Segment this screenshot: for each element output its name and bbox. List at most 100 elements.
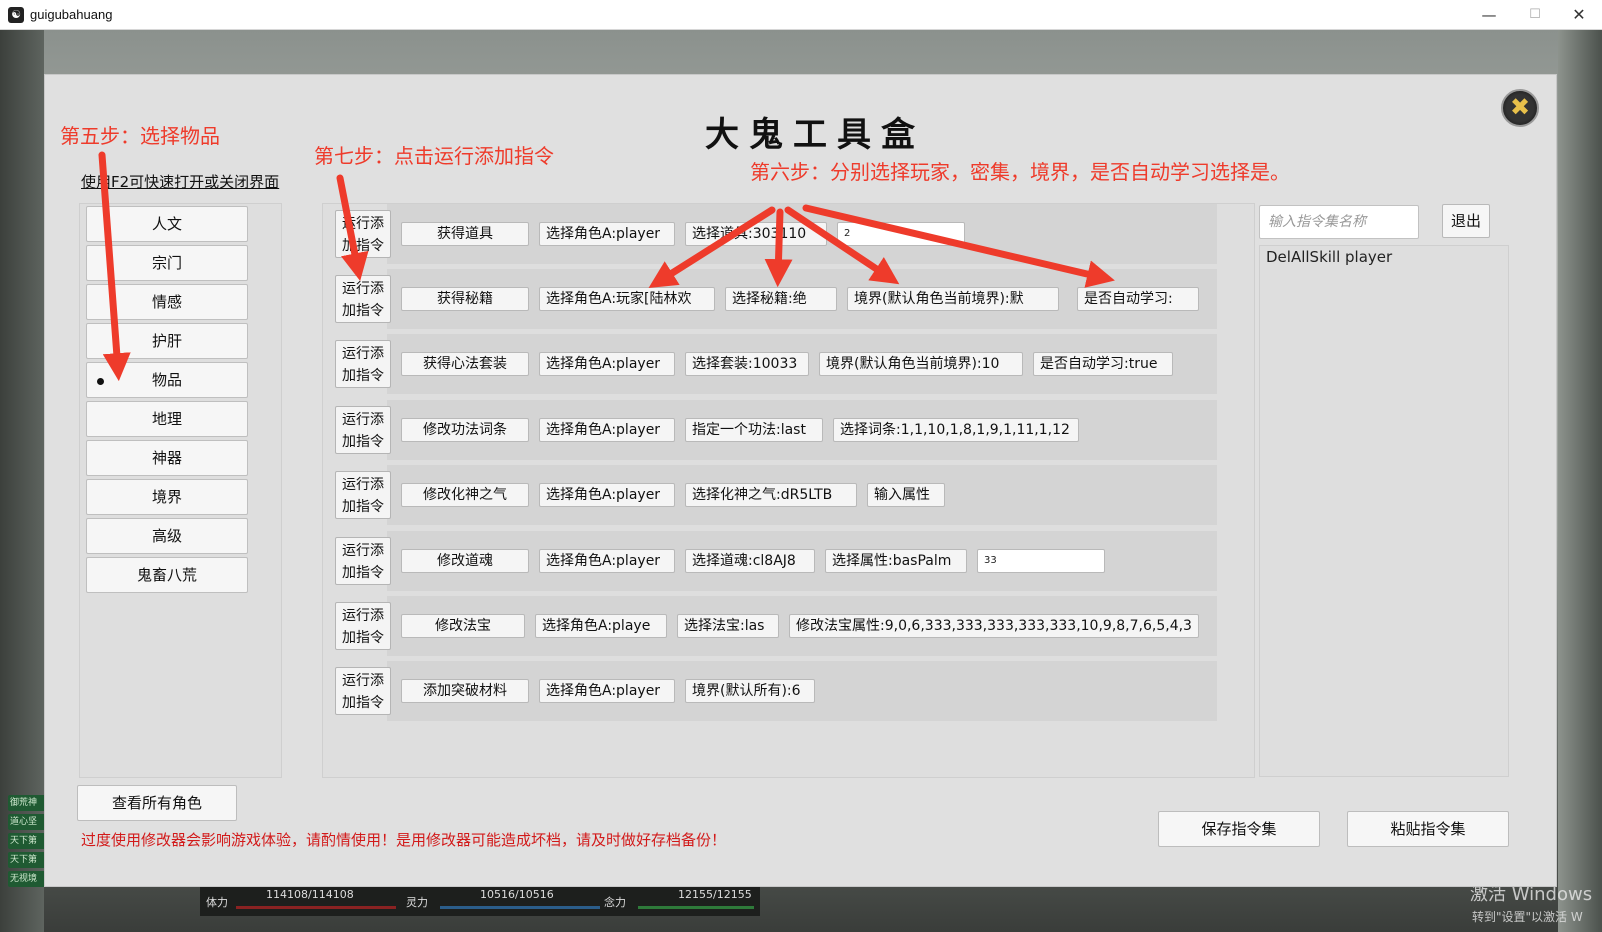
command-name[interactable]: 修改功法词条 <box>401 418 529 442</box>
category-label: 境界 <box>151 488 182 506</box>
command-name[interactable]: 修改道魂 <box>401 549 529 573</box>
command-row: 运行添 加指令 获得秘籍 选择角色A:玩家[陆林欢 选择秘籍:绝 境界(默认角色当… <box>335 269 1217 329</box>
param-select[interactable]: 是否自动学习: <box>1077 287 1199 311</box>
minimize-button[interactable]: — <box>1466 0 1512 30</box>
command-row: 运行添 加指令 获得道具 选择角色A:player 选择道具:303110 2 <box>335 204 1217 264</box>
annotation-step6: 第六步：分别选择玩家，密集，境界，是否自动学习选择是。 <box>750 160 1290 184</box>
category-renwen[interactable]: 人文 <box>86 206 248 242</box>
param-select[interactable]: 境界(默认角色当前境界):默 <box>847 287 1059 311</box>
param-select[interactable]: 选择角色A:player <box>539 483 675 507</box>
command-row: 运行添 加指令 修改功法词条 选择角色A:player 指定一个功法:last 选… <box>335 400 1217 460</box>
run-add-command-button[interactable]: 运行添 加指令 <box>335 537 391 585</box>
side-tag[interactable]: 道心坚 <box>8 814 46 830</box>
command-set-name-input[interactable]: 输入指令集名称 <box>1259 205 1419 239</box>
app-icon: ☯ <box>8 7 24 23</box>
command-row: 运行添 加指令 修改道魂 选择角色A:player 选择道魂:cl8AJ8 选择属… <box>335 531 1217 591</box>
side-tag[interactable]: 无视境 <box>8 871 46 887</box>
param-select[interactable]: 选择秘籍:绝 <box>725 287 837 311</box>
category-label: 鬼畜八荒 <box>136 566 197 584</box>
category-dili[interactable]: 地理 <box>86 401 248 437</box>
quantity-input[interactable]: 2 <box>837 222 965 246</box>
category-guichu[interactable]: 鬼畜八荒 <box>86 557 248 593</box>
paste-command-set-button[interactable]: 粘贴指令集 <box>1347 811 1509 847</box>
category-wupin[interactable]: 物品 <box>86 362 248 398</box>
param-select[interactable]: 选择套装:10033 <box>685 352 809 376</box>
hp-value: 114108/114108 <box>266 888 354 901</box>
os-activation-hint: 转到"设置"以激活 W <box>1472 910 1583 924</box>
param-select[interactable]: 选择角色A:player <box>539 549 675 573</box>
command-row: 运行添 加指令 修改化神之气 选择角色A:player 选择化神之气:dR5LTB… <box>335 465 1217 525</box>
param-select[interactable]: 境界(默认所有):6 <box>685 679 815 703</box>
run-add-command-button[interactable]: 运行添 加指令 <box>335 210 391 258</box>
param-select[interactable]: 选择化神之气:dR5LTB <box>685 483 857 507</box>
shortcut-hint: 使用F2可快速打开或关闭界面 <box>81 173 280 191</box>
category-label: 护肝 <box>151 332 182 350</box>
category-label: 情感 <box>151 293 182 311</box>
category-gaoji[interactable]: 高级 <box>86 518 248 554</box>
annotation-step5: 第五步：选择物品 <box>60 124 220 148</box>
game-right-edge <box>1558 30 1602 932</box>
save-command-set-button[interactable]: 保存指令集 <box>1158 811 1320 847</box>
side-tag[interactable]: 天下第 <box>8 833 46 849</box>
param-select[interactable]: 选择角色A:player <box>539 679 675 703</box>
selected-dot-icon <box>97 378 104 385</box>
command-row: 运行添 加指令 修改法宝 选择角色A:playe 选择法宝:las 修改法宝属性:… <box>335 596 1217 656</box>
warning-text: 过度使用修改器会影响游戏体验，请酌情使用！是用修改器可能造成坏档，请及时做好存档… <box>81 831 727 849</box>
param-select[interactable]: 输入属性 <box>867 483 945 507</box>
command-row: 运行添 加指令 获得心法套装 选择角色A:player 选择套装:10033 境界… <box>335 334 1217 394</box>
window-title: guigubahuang <box>30 7 113 22</box>
maximize-button[interactable]: ☐ <box>1512 0 1558 30</box>
param-select[interactable]: 选择法宝:las <box>677 614 779 638</box>
window-close-button[interactable]: ✕ <box>1556 0 1602 30</box>
category-label: 物品 <box>151 371 182 389</box>
param-select[interactable]: 选择词条:1,1,10,1,8,1,9,1,11,1,12 <box>833 418 1079 442</box>
game-hud: 体力 114108/114108 灵力 10516/10516 念力 12155… <box>200 886 760 916</box>
param-select[interactable]: 选择角色A:player <box>539 418 675 442</box>
run-add-command-button[interactable]: 运行添 加指令 <box>335 340 391 388</box>
exit-button[interactable]: 退出 <box>1442 204 1490 238</box>
param-select[interactable]: 是否自动学习:true <box>1033 352 1173 376</box>
param-select[interactable]: 选择角色A:player <box>539 352 675 376</box>
attribute-value-input[interactable]: 33 <box>977 549 1105 573</box>
category-hugan[interactable]: 护肝 <box>86 323 248 359</box>
side-tag[interactable]: 御荒神 <box>8 795 46 811</box>
param-select[interactable]: 选择角色A:player <box>539 222 675 246</box>
panel-title: 大鬼工具盒 <box>705 115 925 155</box>
mp-bar <box>440 906 600 909</box>
mp-value: 10516/10516 <box>480 888 554 901</box>
param-select[interactable]: 境界(默认角色当前境界):10 <box>819 352 1023 376</box>
category-label: 高级 <box>151 527 182 545</box>
param-select[interactable]: 选择道魂:cl8AJ8 <box>685 549 815 573</box>
command-list: 运行添 加指令 获得道具 选择角色A:player 选择道具:303110 2 运… <box>322 203 1255 778</box>
category-shenqi[interactable]: 神器 <box>86 440 248 476</box>
param-select[interactable]: 选择属性:basPalm <box>825 549 967 573</box>
run-add-command-button[interactable]: 运行添 加指令 <box>335 406 391 454</box>
run-add-command-button[interactable]: 运行添 加指令 <box>335 471 391 519</box>
command-name[interactable]: 修改化神之气 <box>401 483 529 507</box>
param-select[interactable]: 选择角色A:玩家[陆林欢 <box>539 287 715 311</box>
command-name[interactable]: 添加突破材料 <box>401 679 529 703</box>
run-add-command-button[interactable]: 运行添 加指令 <box>335 667 391 715</box>
run-add-command-button[interactable]: 运行添 加指令 <box>335 602 391 650</box>
command-set-list[interactable]: DelAllSkill player <box>1259 245 1509 777</box>
category-label: 神器 <box>151 449 182 467</box>
mind-bar <box>638 906 754 909</box>
panel-close-icon[interactable]: ✖ <box>1501 89 1539 127</box>
command-name[interactable]: 获得秘籍 <box>401 287 529 311</box>
category-qinggan[interactable]: 情感 <box>86 284 248 320</box>
param-select[interactable]: 修改法宝属性:9,0,6,333,333,333,333,333,10,9,8,… <box>789 614 1199 638</box>
category-jingjie[interactable]: 境界 <box>86 479 248 515</box>
command-name[interactable]: 修改法宝 <box>401 614 525 638</box>
command-name[interactable]: 获得道具 <box>401 222 529 246</box>
param-select[interactable]: 选择角色A:playe <box>535 614 667 638</box>
run-add-command-button[interactable]: 运行添 加指令 <box>335 275 391 323</box>
param-select[interactable]: 指定一个功法:last <box>685 418 823 442</box>
param-select[interactable]: 选择道具:303110 <box>685 222 827 246</box>
category-zongmen[interactable]: 宗门 <box>86 245 248 281</box>
command-name[interactable]: 获得心法套装 <box>401 352 529 376</box>
category-list: 人文 宗门 情感 护肝 物品 地理 神器 境界 高级 鬼畜八荒 <box>79 203 282 778</box>
command-set-entry[interactable]: DelAllSkill player <box>1266 248 1392 266</box>
side-tag[interactable]: 天下第 <box>8 852 46 868</box>
mind-value: 12155/12155 <box>678 888 752 901</box>
view-all-characters-button[interactable]: 查看所有角色 <box>77 785 237 821</box>
